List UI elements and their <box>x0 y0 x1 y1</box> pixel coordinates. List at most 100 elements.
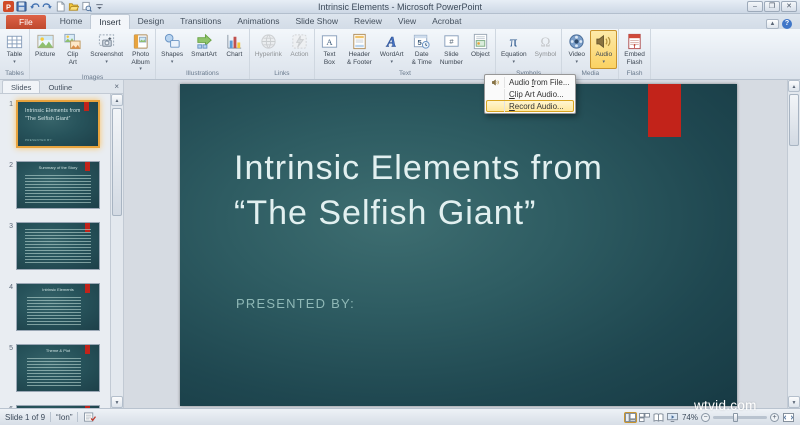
video-button[interactable]: Video ▾ <box>563 30 590 69</box>
scrollbar-thumb[interactable] <box>112 108 122 216</box>
slide-thumbnail-1[interactable]: Intrinsic Elements from “The Selfish Gia… <box>16 100 100 148</box>
header-footer-icon <box>350 32 369 51</box>
fit-to-window-icon[interactable] <box>782 412 795 423</box>
quick-access-toolbar: P <box>3 1 105 12</box>
slide-subtitle[interactable]: PRESENTED BY: <box>236 296 355 311</box>
undo-icon[interactable] <box>29 1 40 12</box>
ribbon: Table ▾ Tables Picture Clip Art Screenshot ▾ Ph… <box>0 29 800 81</box>
action-icon <box>290 32 309 51</box>
zoom-slider-thumb[interactable] <box>733 412 738 422</box>
shapes-icon <box>163 32 182 51</box>
scroll-down-icon[interactable]: ▼ <box>788 396 800 408</box>
chevron-down-icon: ▾ <box>105 58 108 65</box>
shapes-button[interactable]: Shapes ▾ <box>157 30 187 69</box>
text-box-button[interactable]: A Text Box <box>316 30 343 69</box>
chevron-down-icon: ▾ <box>390 58 393 65</box>
tab-home[interactable]: Home <box>52 14 91 29</box>
slides-panel-scrollbar[interactable]: ▲ ▼ <box>110 94 123 408</box>
date-time-button[interactable]: 5 Date & Time <box>408 30 436 69</box>
menu-item-audio-from-file[interactable]: Audio from File... <box>486 76 574 88</box>
smartart-button[interactable]: SmartArt <box>187 30 221 69</box>
thumbnail-row: 5 Theme & Plot <box>0 344 110 392</box>
slide-sorter-icon[interactable] <box>638 412 651 423</box>
slide-thumbnail-3[interactable] <box>16 222 100 270</box>
tab-file[interactable]: File <box>6 15 46 29</box>
watermark: wtvid.com <box>694 398 757 413</box>
audio-button[interactable]: Audio ▾ <box>590 30 618 69</box>
slide-thumbnail-list: 1 Intrinsic Elements from “The Selfish Gi… <box>0 94 110 408</box>
button-label: Date & Time <box>411 51 432 66</box>
menu-item-record-audio[interactable]: Record Audio... <box>486 100 574 112</box>
qat-customize-icon[interactable] <box>94 1 105 12</box>
scrollbar-thumb[interactable] <box>789 94 799 146</box>
object-button[interactable]: Object <box>467 30 494 69</box>
thumbnail-body-lines <box>27 358 81 386</box>
restore-button[interactable]: ❐ <box>764 1 780 12</box>
tab-acrobat[interactable]: Acrobat <box>424 14 469 29</box>
minimize-button[interactable]: – <box>747 1 763 12</box>
zoom-slider[interactable] <box>713 412 767 422</box>
tab-review[interactable]: Review <box>346 14 390 29</box>
tab-transitions[interactable]: Transitions <box>172 14 229 29</box>
scroll-down-icon[interactable]: ▼ <box>111 396 123 408</box>
close-icon[interactable]: × <box>110 82 123 93</box>
svg-text:f: f <box>634 44 636 50</box>
zoom-level: 74% <box>681 412 698 422</box>
slide-canvas[interactable]: Intrinsic Elements from “The Selfish Gia… <box>180 84 737 406</box>
button-label: SmartArt <box>191 51 217 58</box>
normal-view-icon[interactable] <box>623 411 637 423</box>
theme-name: “Ion” <box>56 412 73 422</box>
slide-number-button[interactable]: # Slide Number <box>436 30 467 69</box>
new-icon[interactable] <box>55 1 66 12</box>
button-label: Text Box <box>323 51 336 66</box>
ribbon-controls: ▲ ? <box>766 19 800 29</box>
button-label: Equation <box>500 51 527 58</box>
tab-slide-show[interactable]: Slide Show <box>287 14 346 29</box>
print-preview-icon[interactable] <box>81 1 92 12</box>
ribbon-group-illustrations: Shapes ▾ SmartArt Chart Illustrations <box>156 29 250 79</box>
scroll-up-icon[interactable]: ▲ <box>788 80 800 92</box>
redo-icon[interactable] <box>42 1 53 12</box>
minimize-ribbon-icon[interactable]: ▲ <box>766 19 779 29</box>
equation-button[interactable]: π Equation ▾ <box>497 30 531 69</box>
photo-album-button[interactable]: Photo Album ▾ <box>127 30 154 73</box>
scroll-up-icon[interactable]: ▲ <box>111 94 123 106</box>
chart-button[interactable]: Chart <box>221 30 248 69</box>
tab-animations[interactable]: Animations <box>229 14 287 29</box>
thumbnail-accent-bar <box>84 102 89 111</box>
menu-item-clip-art-audio[interactable]: Clip Art Audio... <box>486 88 574 100</box>
spellcheck-icon[interactable] <box>83 411 97 423</box>
slide-show-icon[interactable] <box>666 412 679 423</box>
chevron-down-icon: ▾ <box>602 58 606 65</box>
close-button[interactable]: ✕ <box>781 1 797 12</box>
help-icon[interactable]: ? <box>782 19 792 29</box>
picture-button[interactable]: Picture <box>31 30 59 73</box>
button-label: Slide Number <box>439 51 463 66</box>
save-icon[interactable] <box>16 1 27 12</box>
wordart-button[interactable]: A WordArt ▾ <box>376 30 408 69</box>
clip-art-button[interactable]: Clip Art <box>59 30 86 73</box>
table-button[interactable]: Table ▾ <box>1 30 28 69</box>
zoom-in-icon[interactable]: + <box>770 412 779 422</box>
slide-thumbnail-2[interactable]: Summary of the Story <box>16 161 100 209</box>
open-icon[interactable] <box>68 1 79 12</box>
tab-insert[interactable]: Insert <box>90 14 130 29</box>
embed-flash-button[interactable]: f Embed Flash <box>620 30 649 69</box>
slide-thumbnail-4[interactable]: Intrinsic Elements <box>16 283 100 331</box>
slide-thumbnail-5[interactable]: Theme & Plot <box>16 344 100 392</box>
header-footer-button[interactable]: Header & Footer <box>343 30 376 69</box>
tab-view[interactable]: View <box>390 14 424 29</box>
chevron-down-icon: ▾ <box>575 58 579 65</box>
hyperlink-icon <box>259 32 278 51</box>
slide-editing-area: Intrinsic Elements from “The Selfish Gia… <box>124 80 787 408</box>
main-scrollbar[interactable]: ▲ ▼ <box>787 80 800 408</box>
zoom-out-icon[interactable]: − <box>701 412 710 422</box>
object-icon <box>471 32 490 51</box>
smartart-icon <box>195 32 214 51</box>
screenshot-button[interactable]: Screenshot ▾ <box>86 30 127 73</box>
reading-view-icon[interactable] <box>652 412 665 423</box>
group-label: Tables <box>5 70 24 77</box>
tab-design[interactable]: Design <box>130 14 172 29</box>
slide-title[interactable]: Intrinsic Elements from “The Selfish Gia… <box>234 146 666 236</box>
audio-file-icon <box>487 76 505 88</box>
